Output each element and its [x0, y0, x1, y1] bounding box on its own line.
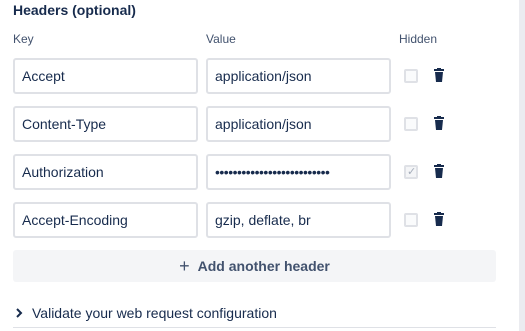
- chevron-right-icon: [16, 308, 23, 318]
- add-header-label: Add another header: [197, 258, 330, 274]
- column-label-hidden: Hidden: [399, 32, 438, 46]
- add-header-button[interactable]: + Add another header: [13, 250, 496, 282]
- header-row: Content-Type application/json: [0, 106, 500, 146]
- scrollbar-thumb[interactable]: [519, 0, 525, 331]
- header-row: Accept application/json: [0, 58, 500, 98]
- header-key-input[interactable]: Accept: [13, 58, 198, 94]
- check-icon: ✓: [407, 166, 417, 178]
- header-row: Authorization ••••••••••••••••••••••••••…: [0, 154, 500, 194]
- header-value-input[interactable]: ••••••••••••••••••••••••••: [206, 154, 391, 190]
- hidden-checkbox[interactable]: [404, 69, 418, 83]
- column-label-key: Key: [13, 32, 34, 46]
- trash-icon[interactable]: [432, 116, 446, 132]
- validate-expander[interactable]: Validate your web request configuration: [13, 305, 277, 321]
- plus-icon: +: [179, 255, 190, 276]
- header-value-input[interactable]: gzip, deflate, br: [206, 202, 391, 238]
- header-key-input[interactable]: Accept-Encoding: [13, 202, 198, 238]
- trash-icon[interactable]: [432, 68, 446, 84]
- trash-icon[interactable]: [432, 212, 446, 228]
- trash-icon[interactable]: [432, 164, 446, 180]
- header-value-input[interactable]: application/json: [206, 58, 391, 94]
- header-key-input[interactable]: Content-Type: [13, 106, 198, 142]
- header-row: Accept-Encoding gzip, deflate, br: [0, 202, 500, 242]
- hidden-checkbox[interactable]: [404, 117, 418, 131]
- section-title: Headers (optional): [13, 2, 136, 18]
- divider: [13, 327, 496, 328]
- hidden-checkbox[interactable]: [404, 213, 418, 227]
- validate-label: Validate your web request configuration: [32, 305, 277, 321]
- column-label-value: Value: [206, 32, 236, 46]
- hidden-checkbox[interactable]: ✓: [404, 165, 418, 179]
- header-key-input[interactable]: Authorization: [13, 154, 198, 190]
- header-value-input[interactable]: application/json: [206, 106, 391, 142]
